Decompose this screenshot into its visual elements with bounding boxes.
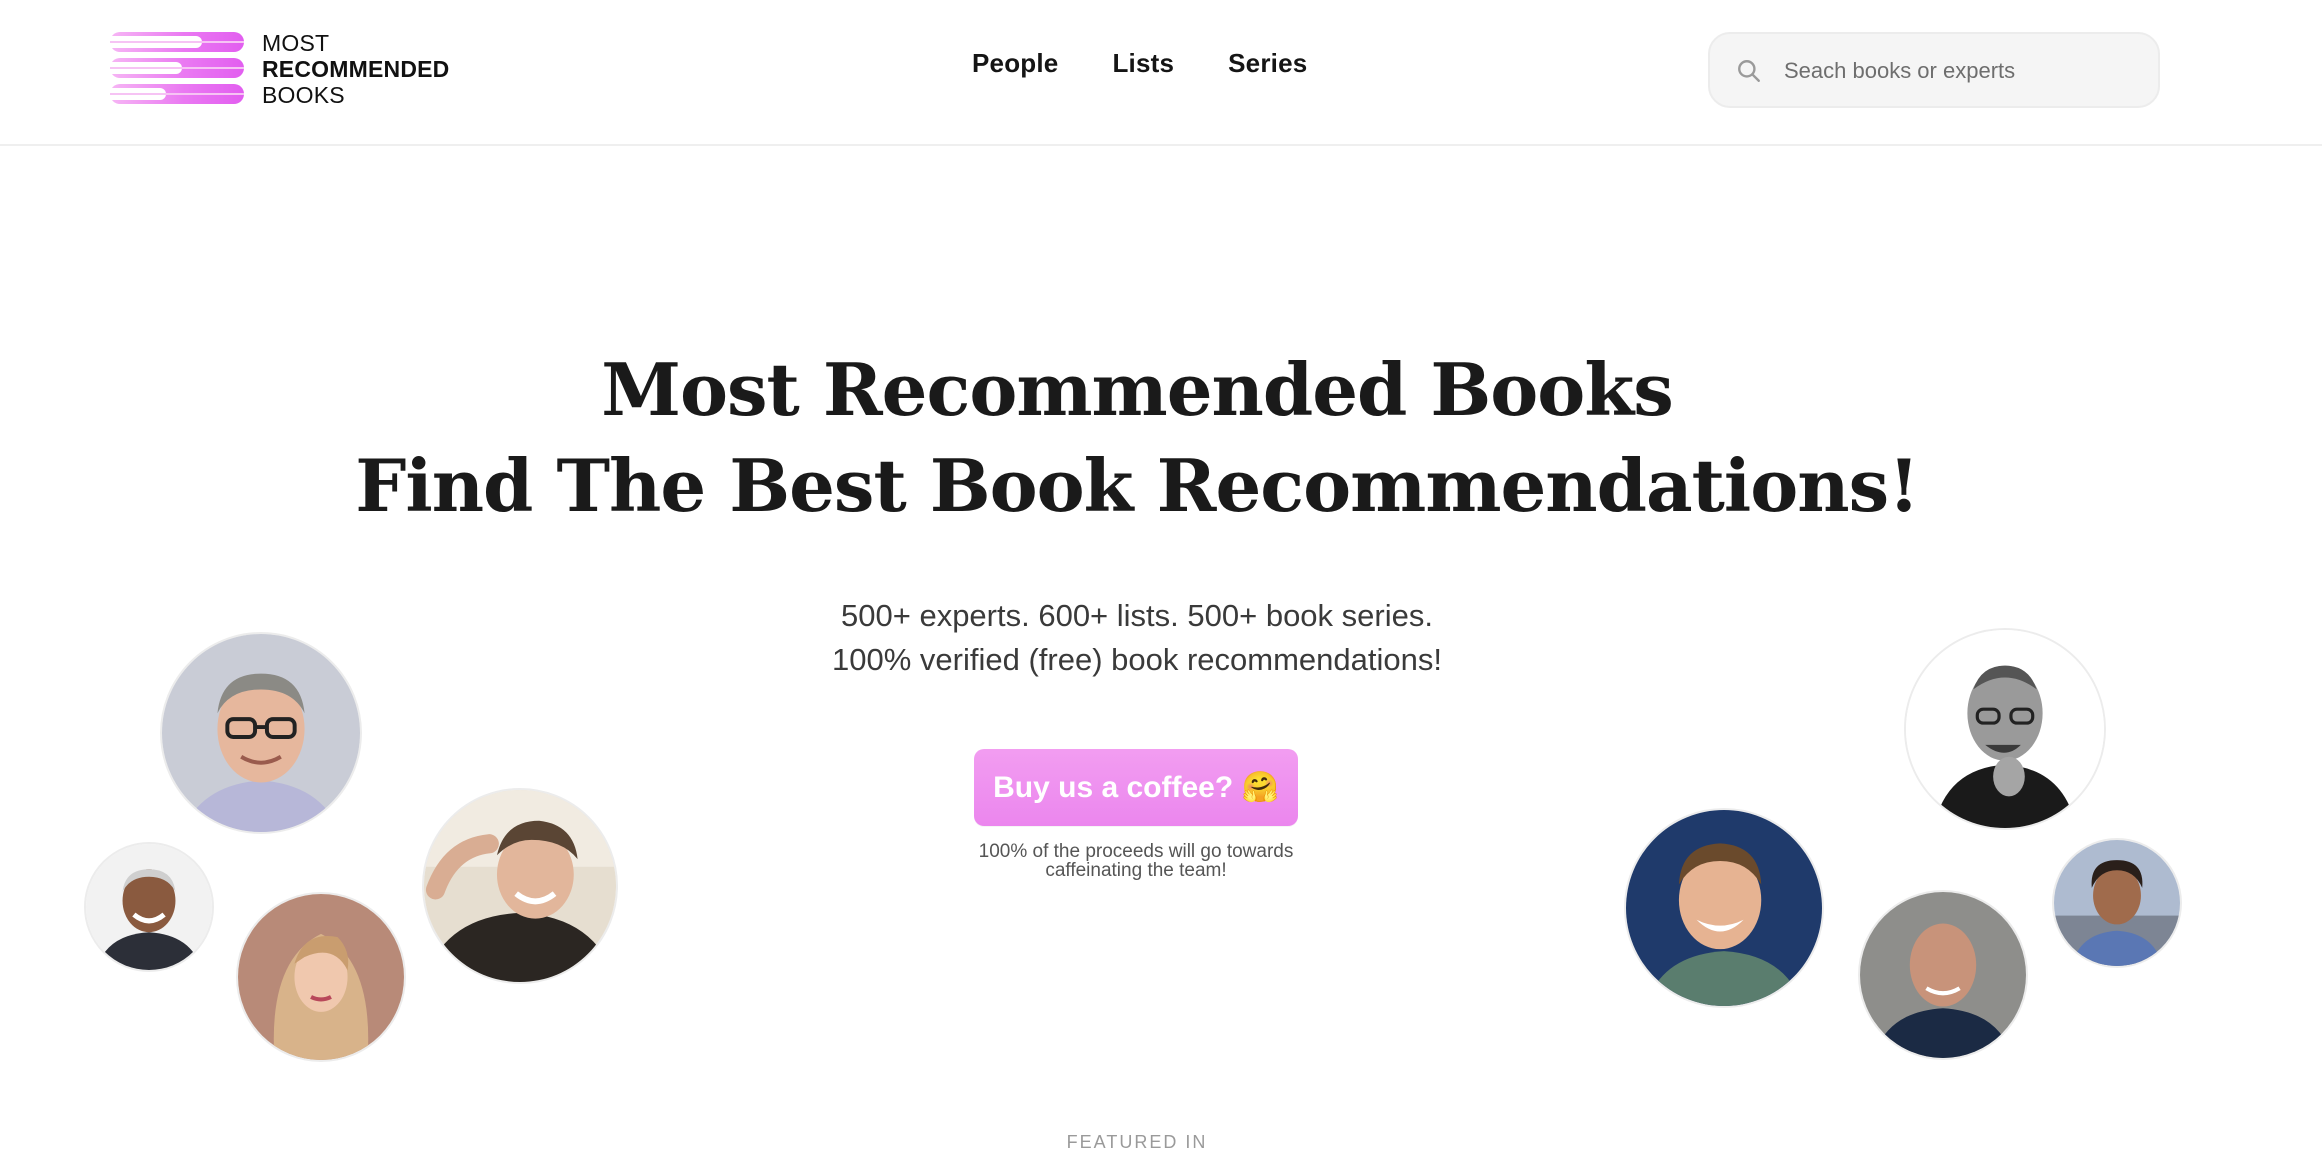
- portrait-laughing-man-photo: [424, 790, 616, 982]
- site-header: MOST RECOMMENDED BOOKS People Lists Seri…: [0, 0, 2322, 146]
- expert-avatar[interactable]: [160, 632, 362, 834]
- expert-avatar[interactable]: [236, 892, 406, 1062]
- portrait-bw-man-photo: [1906, 630, 2104, 828]
- nav-lists[interactable]: Lists: [1112, 48, 1174, 79]
- portrait-curly-hair-man-photo: [2054, 840, 2180, 966]
- site-logo[interactable]: MOST RECOMMENDED BOOKS: [110, 30, 460, 108]
- expert-avatar[interactable]: [84, 842, 214, 972]
- logo-wordmark: MOST RECOMMENDED BOOKS: [262, 30, 449, 108]
- hero-title-line-2: Find The Best Book Recommendations!: [355, 443, 1920, 528]
- portrait-bald-man-photo: [1860, 892, 2026, 1058]
- expert-avatar[interactable]: [1858, 890, 2028, 1060]
- featured-in-label: FEATURED IN: [1066, 1132, 1208, 1152]
- portrait-blonde-woman-photo: [238, 894, 404, 1060]
- cta-note: 100% of the proceeds will go towards caf…: [978, 841, 1294, 881]
- expert-avatar[interactable]: [2052, 838, 2182, 968]
- logo-bars-icon: [110, 30, 244, 106]
- portrait-smiling-man-photo: [86, 844, 212, 970]
- portrait-young-man-photo: [1626, 810, 1822, 1006]
- main-nav: People Lists Series: [972, 48, 1307, 79]
- nav-people[interactable]: People: [972, 48, 1058, 79]
- logo-word-books: BOOKS: [262, 82, 345, 108]
- logo-word-recommended: RECOMMENDED: [262, 56, 450, 82]
- logo-word-most: MOST: [262, 30, 330, 56]
- hero-subtitle-line-1: 500+ experts. 600+ lists. 500+ book seri…: [841, 598, 1433, 633]
- hero-title: Most Recommended Books Find The Best Boo…: [0, 342, 2274, 534]
- portrait-glasses-man-photo: [162, 634, 360, 832]
- search-box[interactable]: [1708, 32, 2160, 108]
- expert-avatar[interactable]: [422, 788, 618, 984]
- search-input[interactable]: [1782, 34, 2146, 108]
- nav-series[interactable]: Series: [1228, 48, 1307, 79]
- buy-coffee-button[interactable]: Buy us a coffee? 🤗: [974, 749, 1298, 826]
- expert-avatar[interactable]: [1904, 628, 2106, 830]
- search-icon: [1738, 60, 1760, 82]
- expert-avatar[interactable]: [1624, 808, 1824, 1008]
- hero-title-line-1: Most Recommended Books: [601, 347, 1674, 432]
